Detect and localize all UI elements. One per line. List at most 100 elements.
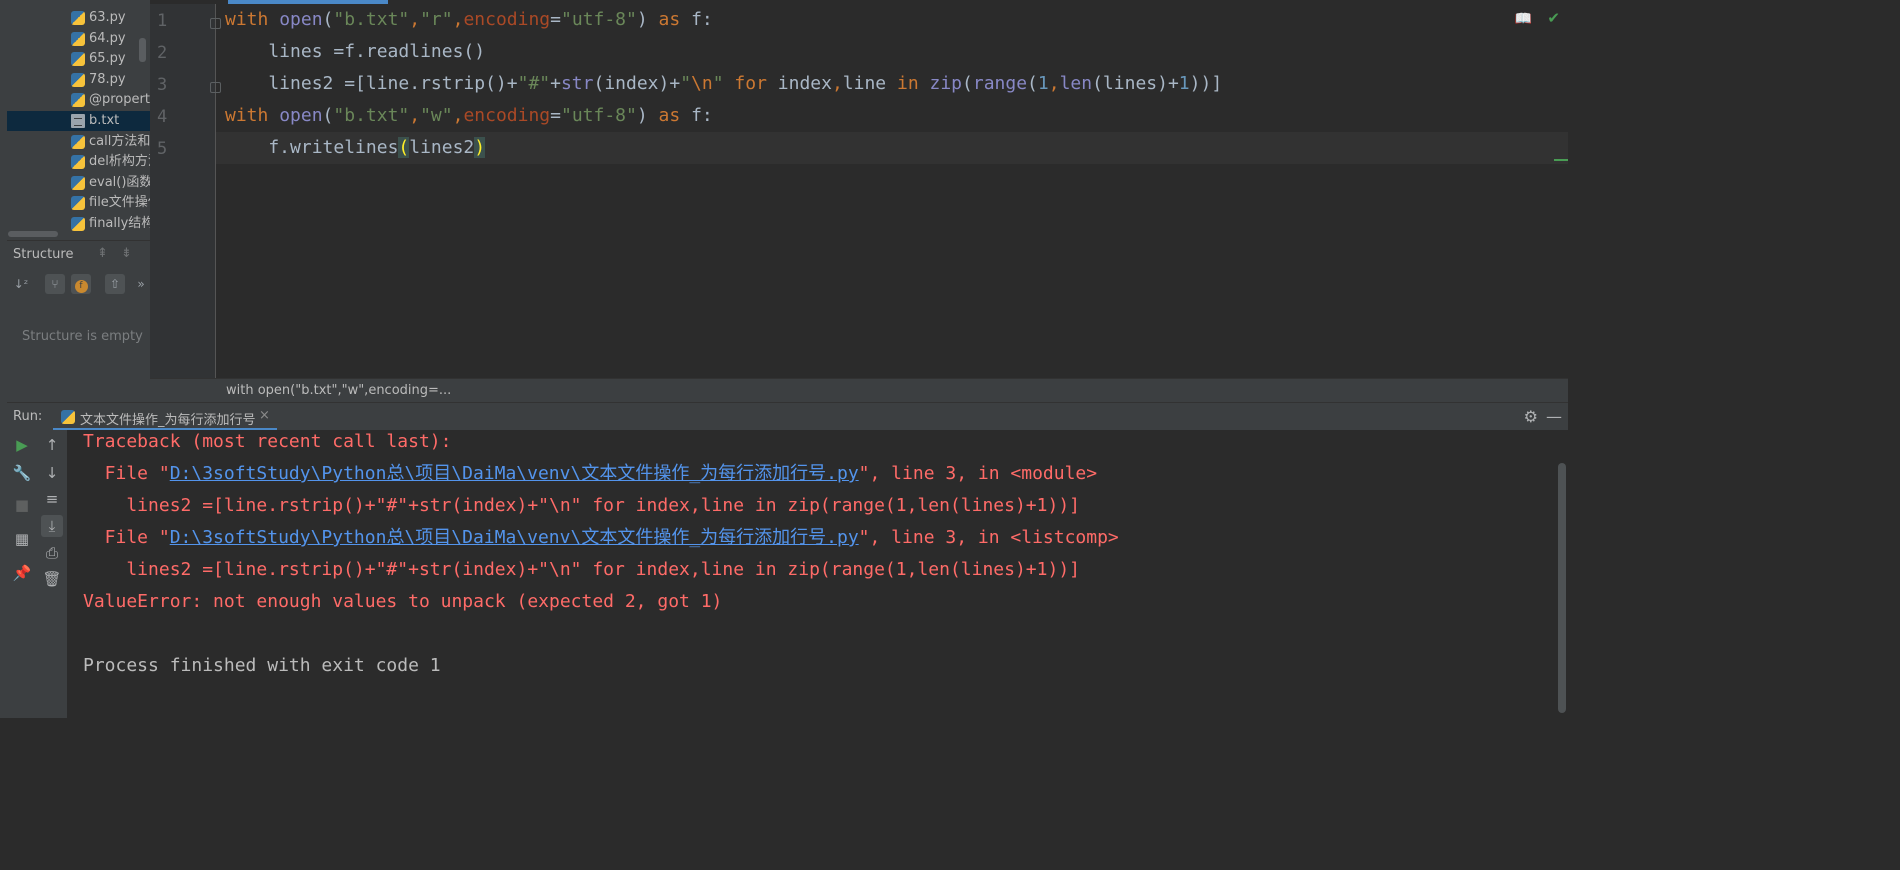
- console-line: Process finished with exit code 1: [83, 652, 441, 680]
- tree-item-label: 78.py: [89, 71, 126, 87]
- tree-item[interactable]: 64.py: [7, 29, 150, 49]
- code-token: for: [734, 73, 778, 94]
- more-icon[interactable]: »: [131, 274, 151, 294]
- gear-icon[interactable]: ⚙: [1524, 407, 1538, 426]
- tree-item[interactable]: 63.py: [7, 8, 150, 28]
- code-token: ": [680, 73, 692, 94]
- code-token: ,: [831, 73, 843, 94]
- line-number: 4: [157, 107, 168, 127]
- tree-item[interactable]: b.txt: [7, 111, 150, 131]
- code-token: with: [225, 9, 280, 30]
- console-line: lines2 =[line.rstrip()+"#"+str(index)+"\…: [83, 492, 1080, 520]
- console-line: lines2 =[line.rstrip()+"#"+str(index)+"\…: [83, 556, 1080, 584]
- code-token: "b.txt": [333, 9, 410, 30]
- code-line[interactable]: lines2 =[line.rstrip()+"#"+str(index)+"\…: [225, 70, 1222, 98]
- tree-item[interactable]: 78.py: [7, 70, 150, 90]
- code-editor[interactable]: 12345 with open("b.txt","r",encoding="ut…: [150, 0, 1568, 378]
- breadcrumb-item[interactable]: with open("b.txt","w",encoding=...: [226, 383, 451, 398]
- python-file-icon: [71, 196, 85, 211]
- console-line: ValueError: not enough values to unpack …: [83, 588, 722, 616]
- reader-mode-icon[interactable]: 📖: [1515, 11, 1532, 27]
- tree-item[interactable]: del析构方法: [7, 152, 150, 172]
- code-token: lines2: [409, 137, 475, 158]
- python-file-icon: [71, 175, 85, 190]
- console-text: lines2 =[line.rstrip()+"#"+str(index)+"\…: [83, 495, 1080, 516]
- code-token: (lines)+: [1092, 73, 1179, 94]
- run-toolbar-primary: ▶ 🔧 ■ ▦ 📌: [7, 430, 37, 718]
- tree-item-label: b.txt: [89, 113, 120, 128]
- code-token: +: [550, 73, 561, 94]
- code-line[interactable]: f.writelines(lines2): [225, 134, 486, 162]
- code-token: encoding: [463, 9, 551, 30]
- up-arrow-icon[interactable]: ↑: [41, 434, 63, 456]
- console-scrollbar[interactable]: [1558, 463, 1566, 713]
- code-line[interactable]: lines =f.readlines(): [225, 38, 485, 66]
- collapse-all-icon[interactable]: ⇞: [97, 246, 108, 261]
- close-tab-icon[interactable]: ×: [259, 408, 270, 423]
- print-icon[interactable]: ⎙: [41, 542, 63, 564]
- code-token: writelines: [290, 137, 399, 158]
- soft-wrap-icon[interactable]: ≡: [41, 488, 63, 510]
- scroll-to-end-icon[interactable]: ⤓: [41, 515, 63, 537]
- project-tree-hscrollbar[interactable]: [8, 231, 58, 237]
- code-token: ,: [409, 9, 421, 30]
- code-token: ": [712, 73, 724, 94]
- tree-item-label: 63.py: [89, 10, 126, 25]
- layout-icon[interactable]: ▦: [11, 528, 33, 550]
- console-text: ", line 3, in <listcomp>: [858, 527, 1119, 548]
- code-token: lines2 =[line.rstrip()+: [225, 73, 518, 94]
- text-file-icon: [71, 114, 85, 128]
- console-text: Traceback (most recent call last):: [83, 431, 452, 452]
- code-token: "b.txt": [333, 105, 410, 126]
- expand-all-icon[interactable]: ⇟: [121, 246, 132, 261]
- rerun-icon[interactable]: ▶: [11, 434, 33, 456]
- tree-item[interactable]: @property: [7, 90, 150, 110]
- tree-item-label: 64.py: [89, 30, 126, 46]
- tree-item-label: 65.py: [89, 51, 126, 67]
- run-console[interactable]: Traceback (most recent call last): File …: [67, 430, 1568, 718]
- tree-item-label: finally结构: [89, 216, 150, 231]
- console-text: lines2 =[line.rstrip()+"#"+str(index)+"\…: [83, 559, 1080, 580]
- code-token: 1: [1178, 73, 1190, 94]
- line-number: 3: [157, 75, 168, 95]
- stop-icon[interactable]: ■: [11, 494, 33, 516]
- code-line[interactable]: with open("b.txt","r",encoding="utf-8") …: [225, 6, 713, 34]
- code-token: ): [474, 137, 486, 158]
- code-line[interactable]: with open("b.txt","w",encoding="utf-8") …: [225, 102, 713, 130]
- tree-item[interactable]: file文件操作: [7, 193, 150, 213]
- run-toolbar-secondary: ↑ ↓ ≡ ⤓ ⎙ 🗑: [37, 430, 68, 718]
- run-tab[interactable]: 文本文件操作_为每行添加行号 ×: [53, 403, 277, 431]
- fold-marker-icon[interactable]: [210, 82, 221, 93]
- code-token: "utf-8": [561, 105, 637, 126]
- tree-item[interactable]: 65.py: [7, 49, 150, 69]
- code-token: open: [279, 105, 323, 126]
- python-file-icon: [71, 52, 85, 67]
- tree-item-label: @property: [89, 92, 150, 108]
- show-inherited-icon[interactable]: ⑂: [45, 274, 65, 294]
- wrench-icon[interactable]: 🔧: [11, 462, 33, 484]
- minimize-icon[interactable]: —: [1546, 407, 1562, 426]
- code-token: as: [658, 105, 692, 126]
- fold-marker-icon[interactable]: [210, 18, 221, 29]
- sort-alpha-icon[interactable]: ↓ᶻ: [11, 274, 31, 294]
- inspection-ok-icon[interactable]: ✔: [1547, 9, 1560, 27]
- code-token: with: [225, 105, 280, 126]
- code-token: =: [550, 9, 561, 30]
- editor-gutter: 1 2 3 4 5: [150, 4, 221, 378]
- code-token: ): [636, 9, 659, 30]
- tree-item[interactable]: eval()函数的: [7, 173, 150, 193]
- trash-icon[interactable]: 🗑: [41, 568, 63, 590]
- console-text: File ": [83, 527, 170, 548]
- show-fields-icon[interactable]: f: [71, 274, 91, 294]
- file-link[interactable]: D:\3softStudy\Python总\项目\DaiMa\venv\文本文件…: [170, 463, 859, 484]
- project-tree-scrollbar[interactable]: [139, 38, 146, 62]
- tree-item[interactable]: call方法和: [7, 132, 150, 152]
- down-arrow-icon[interactable]: ↓: [41, 462, 63, 484]
- editor-tab-indicator: [228, 0, 388, 4]
- pin-icon[interactable]: 📌: [11, 562, 33, 584]
- structure-panel: Structure ⇞ ⇟ ↓ᶻ ⑂ f ⇧ » Structure is em…: [7, 240, 150, 404]
- code-token: lines =f.readlines(): [225, 41, 486, 62]
- file-link[interactable]: D:\3softStudy\Python总\项目\DaiMa\venv\文本文件…: [170, 527, 859, 548]
- navigate-icon[interactable]: ⇧: [105, 274, 125, 294]
